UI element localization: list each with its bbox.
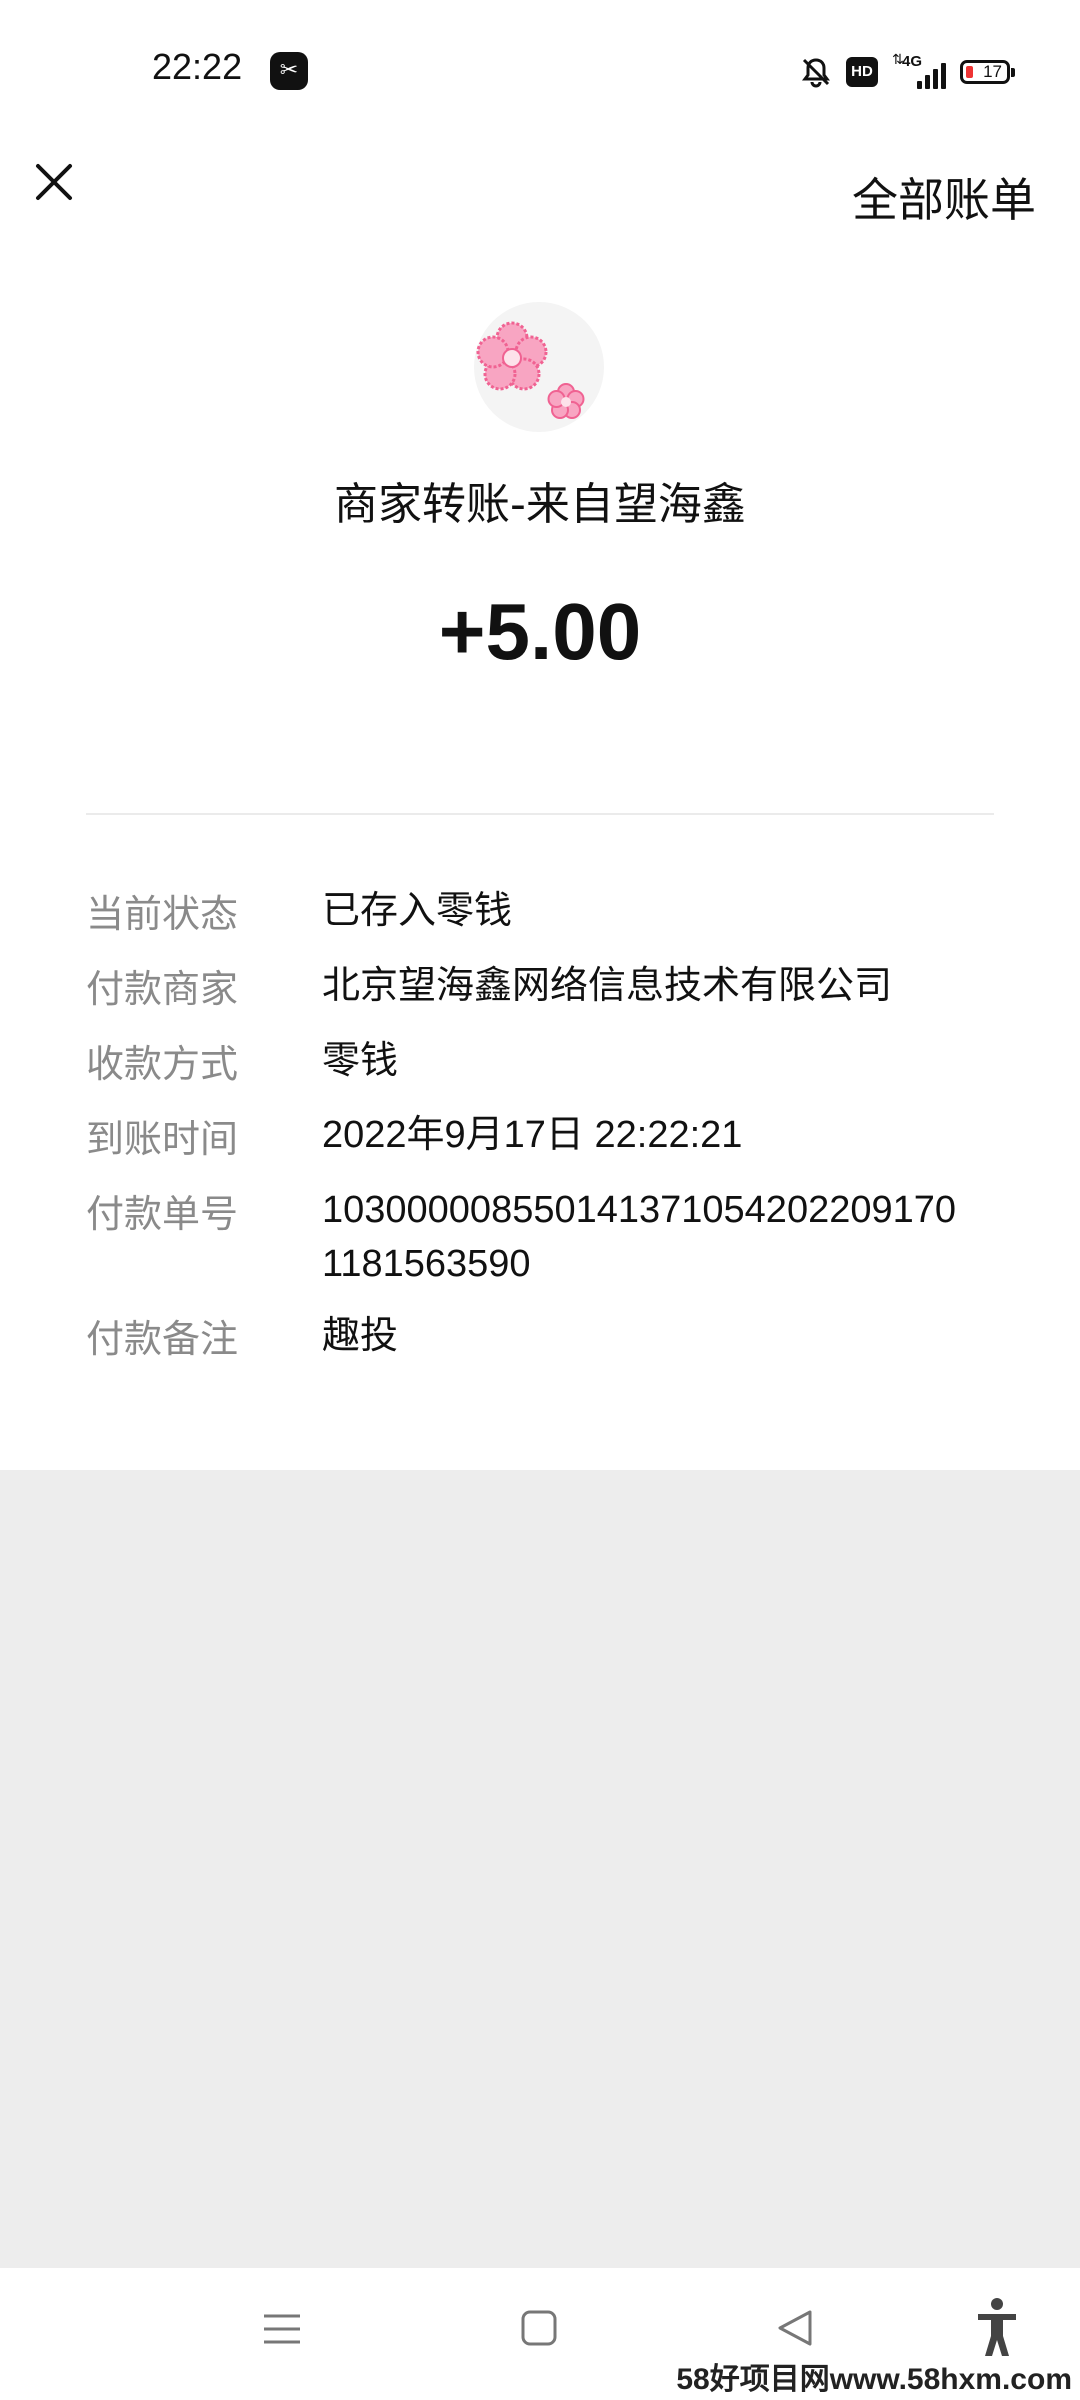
detail-label: 付款备注 — [86, 1317, 239, 1361]
detail-label: 付款单号 — [86, 1192, 239, 1236]
detail-value: 趣投 — [322, 1313, 399, 1357]
hd-badge: HD — [846, 57, 878, 87]
detail-label: 收款方式 — [86, 1042, 239, 1086]
home-icon[interactable] — [520, 2304, 560, 2364]
detail-value: 已存入零钱 — [322, 888, 513, 932]
detail-label: 到账时间 — [86, 1117, 239, 1161]
detail-value: 零钱 — [322, 1038, 399, 1082]
detail-value[interactable]: 103000008550141371054202209170 118156359… — [322, 1183, 982, 1291]
battery-icon: 17 — [960, 60, 1015, 84]
system-navigation-bar: 58好项目网www.58hxm.com — [0, 2268, 1080, 2400]
divider — [86, 813, 994, 815]
status-bar: 22:22 ✂ HD ⇅ 4G 17 — [0, 0, 1080, 140]
bell-muted-icon — [802, 58, 830, 88]
merchant-avatar — [474, 302, 604, 432]
detail-value: 北京望海鑫网络信息技术有限公司 — [322, 963, 893, 1007]
flower-icon — [476, 321, 585, 419]
battery-level: 17 — [983, 62, 1002, 81]
close-button[interactable] — [28, 150, 108, 230]
all-bills-link[interactable]: 全部账单 — [852, 164, 1036, 230]
cellular-signal-icon: ⇅ 4G — [892, 53, 946, 89]
transaction-detail-card: 商家转账-来自望海鑫 +5.00 当前状态 已存入零钱 付款商家 北京望海鑫网络… — [0, 240, 1080, 1470]
status-time: 22:22 — [152, 46, 243, 87]
close-icon — [36, 164, 72, 200]
status-icons: HD ⇅ 4G 17 — [800, 53, 1015, 90]
menu-icon[interactable] — [262, 2304, 304, 2364]
transaction-amount: +5.00 — [438, 587, 642, 676]
accessibility-icon[interactable] — [974, 2296, 1020, 2360]
top-nav-bar: 全部账单 — [0, 140, 1080, 240]
capcut-notification-icon: ✂ — [270, 52, 308, 90]
watermark: 58好项目网www.58hxm.com — [676, 2363, 1072, 2396]
signal-bars — [917, 63, 946, 89]
transaction-title: 商家转账-来自望海鑫 — [334, 479, 746, 530]
detail-label: 当前状态 — [86, 892, 239, 936]
detail-value: 2022年9月17日 22:22:21 — [322, 1114, 743, 1156]
detail-label: 付款商家 — [86, 967, 239, 1011]
